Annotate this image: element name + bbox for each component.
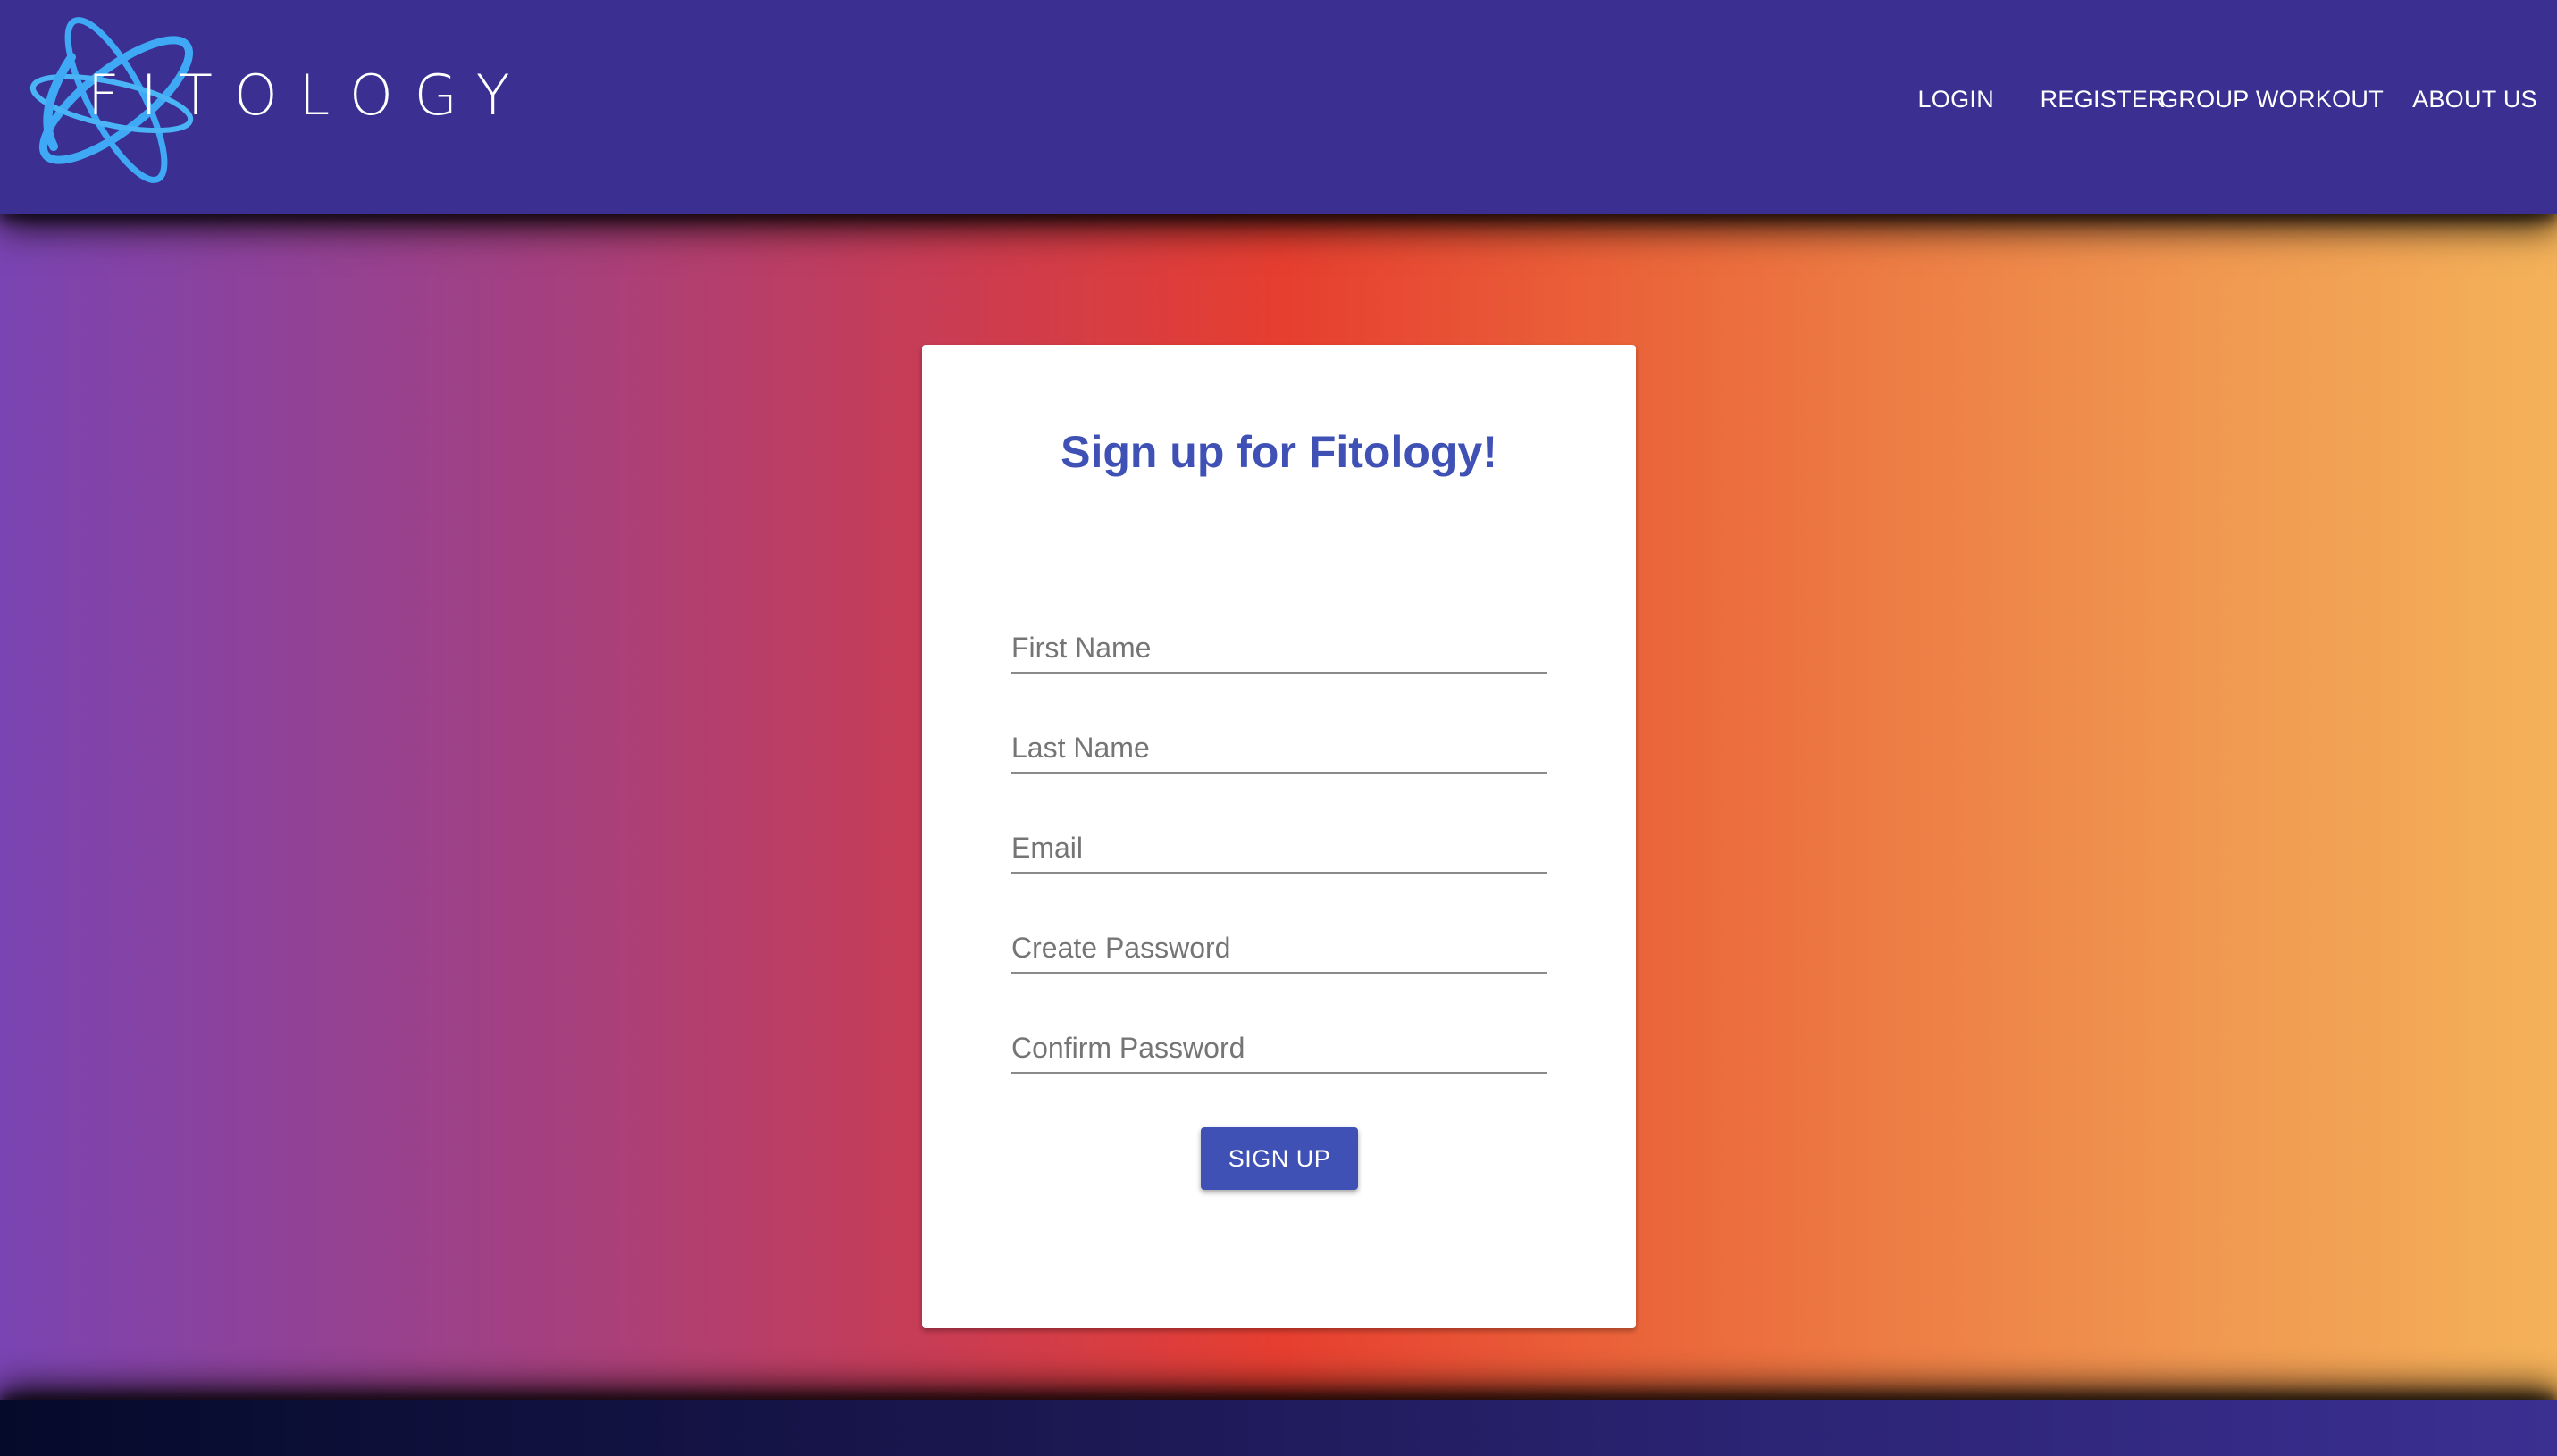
signup-title: Sign up for Fitology!: [1061, 427, 1497, 477]
create-password-field: [1011, 918, 1547, 974]
logo-wordmark: FITOLOGY: [88, 63, 532, 128]
fitology-logo[interactable]: FITOLOGY: [18, 4, 510, 191]
nav-about-us[interactable]: ABOUT US: [2412, 86, 2537, 113]
create-password-input[interactable]: [1011, 932, 1547, 965]
last-name-field: [1011, 718, 1547, 774]
first-name-field: [1011, 618, 1547, 674]
page: FITOLOGY LOGIN REGISTER GROUP WORKOUT AB…: [0, 0, 2557, 1456]
first-name-input[interactable]: [1011, 632, 1547, 665]
last-name-input[interactable]: [1011, 732, 1547, 765]
sign-up-button[interactable]: SIGN UP: [1201, 1127, 1358, 1190]
nav-group-workout[interactable]: GROUP WORKOUT: [2159, 86, 2384, 113]
top-header: FITOLOGY LOGIN REGISTER GROUP WORKOUT AB…: [0, 0, 2557, 214]
email-input[interactable]: [1011, 832, 1547, 865]
confirm-password-field: [1011, 1018, 1547, 1074]
email-field: [1011, 818, 1547, 874]
signup-card: Sign up for Fitology! SIGN UP: [922, 345, 1636, 1328]
nav-login[interactable]: LOGIN: [1917, 86, 1994, 113]
bottom-bar: [0, 1400, 2557, 1456]
nav-register[interactable]: REGISTER: [2041, 86, 2166, 113]
confirm-password-input[interactable]: [1011, 1032, 1547, 1065]
